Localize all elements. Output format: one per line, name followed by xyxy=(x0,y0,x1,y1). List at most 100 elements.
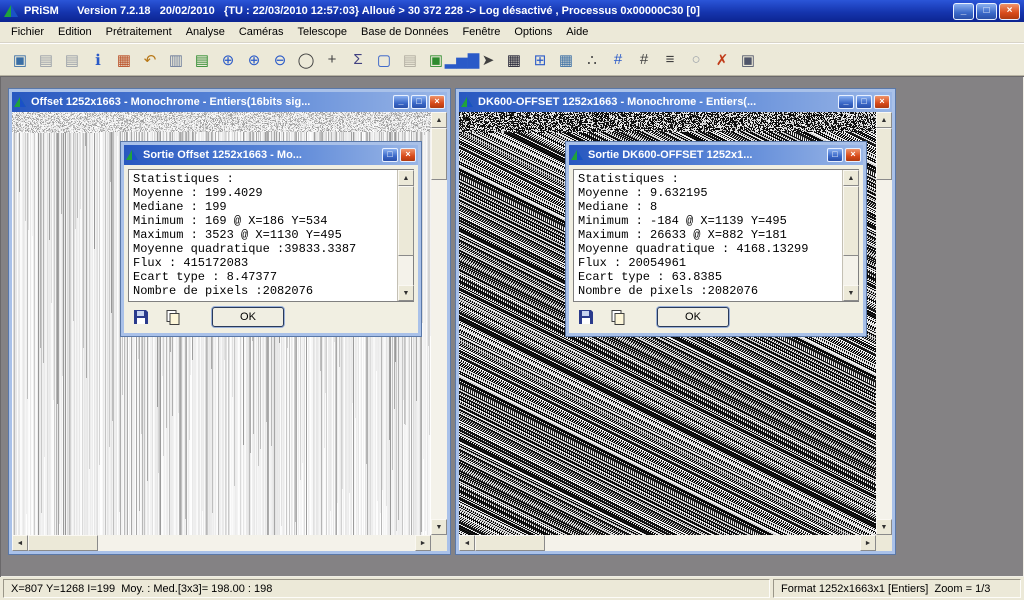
dialog-titlebar[interactable]: Sortie DK600-OFFSET 1252x1... □ × xyxy=(569,145,863,165)
numbers-grid-icon[interactable]: # xyxy=(606,48,630,72)
menu-item[interactable]: Telescope xyxy=(290,23,354,41)
horizontal-scrollbar[interactable]: ◄ ► xyxy=(459,535,876,551)
child-window-titlebar[interactable]: Offset 1252x1663 - Monochrome - Entiers(… xyxy=(12,92,447,112)
clone-window-icon[interactable]: ▣ xyxy=(424,48,448,72)
scroll-down-button[interactable]: ▼ xyxy=(843,285,859,301)
status-format: Format 1252x1663x1 [Entiers] Zoom = 1/3 xyxy=(773,579,1021,598)
vertical-scroll-thumb[interactable] xyxy=(398,186,414,256)
align-icon[interactable]: ∴ xyxy=(580,48,604,72)
scroll-left-button[interactable]: ◄ xyxy=(12,535,28,551)
ok-button[interactable]: OK xyxy=(212,307,284,327)
copy-button[interactable] xyxy=(162,307,184,327)
stat-line: Maximum : 26633 @ X=882 Y=181 xyxy=(578,228,787,242)
stat-line: Ecart type : 8.47377 xyxy=(133,270,278,284)
minimize-button[interactable]: _ xyxy=(953,2,974,20)
statistics-listbox[interactable]: Statistiques : Moyenne : 9.632195 Mediane … xyxy=(573,169,859,302)
menu-item[interactable]: Fichier xyxy=(4,23,51,41)
listbox-scrollbar[interactable]: ▲ ▼ xyxy=(397,170,414,301)
scroll-right-button[interactable]: ► xyxy=(860,535,876,551)
listbox-scrollbar[interactable]: ▲ ▼ xyxy=(842,170,859,301)
histogram-icon[interactable]: ▂▅▇ xyxy=(445,48,480,72)
dialog-buttons: OK xyxy=(130,305,414,329)
vertical-scrollbar[interactable]: ▲ ▼ xyxy=(431,112,447,535)
table-icon[interactable]: ▦ xyxy=(554,48,578,72)
minimize-button[interactable]: _ xyxy=(838,95,854,109)
titlebar[interactable]: PRiSM Version 7.2.18 20/02/2010 {TU : 22… xyxy=(0,0,1024,22)
menu-item[interactable]: Fenêtre xyxy=(455,23,507,41)
ok-button[interactable]: OK xyxy=(657,307,729,327)
delete-icon[interactable]: ✗ xyxy=(710,48,734,72)
stat-line: Ecart type : 63.8385 xyxy=(578,270,723,284)
save-all-icon[interactable]: ▤ xyxy=(60,48,84,72)
save-icon[interactable]: ▤ xyxy=(34,48,58,72)
minimize-button[interactable]: _ xyxy=(393,95,409,109)
stat-line: Moyenne quadratique : 4168.13299 xyxy=(578,242,809,256)
stat-line: Nombre de pixels :2082076 xyxy=(578,284,759,298)
stat-line: Minimum : 169 @ X=186 Y=534 xyxy=(133,214,328,228)
scroll-up-button[interactable]: ▲ xyxy=(431,112,447,128)
horizontal-scroll-thumb[interactable] xyxy=(28,535,98,551)
telescope-icon[interactable]: ➤ xyxy=(476,48,500,72)
zoom-in-icon[interactable]: ⊕ xyxy=(242,48,266,72)
menu-item[interactable]: Analyse xyxy=(179,23,232,41)
scroll-down-button[interactable]: ▼ xyxy=(398,285,414,301)
ccd-camera-icon[interactable]: ▦ xyxy=(502,48,526,72)
open-image-icon[interactable]: ▣ xyxy=(8,48,32,72)
vertical-scrollbar[interactable]: ▲ ▼ xyxy=(876,112,892,535)
maximize-button[interactable]: □ xyxy=(856,95,872,109)
scroll-left-button[interactable]: ◄ xyxy=(459,535,475,551)
close-button[interactable]: × xyxy=(429,95,445,109)
tile-windows-icon[interactable]: ⊞ xyxy=(528,48,552,72)
restore-button[interactable]: □ xyxy=(976,2,997,20)
sigma-icon[interactable]: Σ xyxy=(346,48,370,72)
vertical-scroll-thumb[interactable] xyxy=(843,186,859,256)
settings-icon[interactable]: ○ xyxy=(684,48,708,72)
maximize-button[interactable]: □ xyxy=(411,95,427,109)
save-button[interactable] xyxy=(130,307,152,327)
calculator-icon[interactable]: ≡ xyxy=(658,48,682,72)
crosshair-icon[interactable]: + xyxy=(320,48,344,72)
zoom-window-icon[interactable]: ⊕ xyxy=(216,48,240,72)
statistics-listbox[interactable]: Statistiques : Moyenne : 199.4029 Mediane … xyxy=(128,169,414,302)
menu-item[interactable]: Caméras xyxy=(232,23,291,41)
close-button[interactable]: × xyxy=(845,148,861,162)
stat-line: Maximum : 3523 @ X=1130 Y=495 xyxy=(133,228,342,242)
dialog-titlebar[interactable]: Sortie Offset 1252x1663 - Mo... □ × xyxy=(124,145,418,165)
horizontal-scroll-thumb[interactable] xyxy=(475,535,545,551)
close-button[interactable]: × xyxy=(999,2,1020,20)
copy-icon[interactable]: ▥ xyxy=(164,48,188,72)
fit-window-icon[interactable]: ▢ xyxy=(372,48,396,72)
vertical-scroll-thumb[interactable] xyxy=(876,128,892,180)
maximize-button[interactable]: □ xyxy=(382,148,398,162)
zoom-out-icon[interactable]: ⊖ xyxy=(268,48,292,72)
menubar: Fichier Edition Prétraitement Analyse Caméra… xyxy=(0,22,1024,43)
menu-item[interactable]: Edition xyxy=(51,23,99,41)
scroll-up-button[interactable]: ▲ xyxy=(876,112,892,128)
save-button[interactable] xyxy=(575,307,597,327)
maximize-button[interactable]: □ xyxy=(827,148,843,162)
stats-icon[interactable]: ▦ xyxy=(112,48,136,72)
menu-item[interactable]: Prétraitement xyxy=(99,23,179,41)
horizontal-scrollbar[interactable]: ◄ ► xyxy=(12,535,431,551)
pixel-grid-icon[interactable]: # xyxy=(632,48,656,72)
child-window-titlebar[interactable]: DK600-OFFSET 1252x1663 - Monochrome - En… xyxy=(459,92,892,112)
scroll-down-button[interactable]: ▼ xyxy=(431,519,447,535)
scroll-down-button[interactable]: ▼ xyxy=(876,519,892,535)
paste-icon[interactable]: ▤ xyxy=(190,48,214,72)
vertical-scroll-thumb[interactable] xyxy=(431,128,447,180)
camera-icon[interactable]: ▣ xyxy=(736,48,760,72)
scroll-up-button[interactable]: ▲ xyxy=(843,170,859,186)
print-icon[interactable]: ▤ xyxy=(398,48,422,72)
scroll-up-button[interactable]: ▲ xyxy=(398,170,414,186)
close-button[interactable]: × xyxy=(874,95,890,109)
menu-item[interactable]: Base de Données xyxy=(354,23,455,41)
magnifier-icon[interactable]: ◯ xyxy=(294,48,318,72)
copy-icon xyxy=(611,310,625,325)
menu-item[interactable]: Options xyxy=(507,23,559,41)
undo-icon[interactable]: ↶ xyxy=(138,48,162,72)
menu-item[interactable]: Aide xyxy=(559,23,595,41)
close-button[interactable]: × xyxy=(400,148,416,162)
scroll-right-button[interactable]: ► xyxy=(415,535,431,551)
info-icon[interactable]: ℹ xyxy=(86,48,110,72)
copy-button[interactable] xyxy=(607,307,629,327)
